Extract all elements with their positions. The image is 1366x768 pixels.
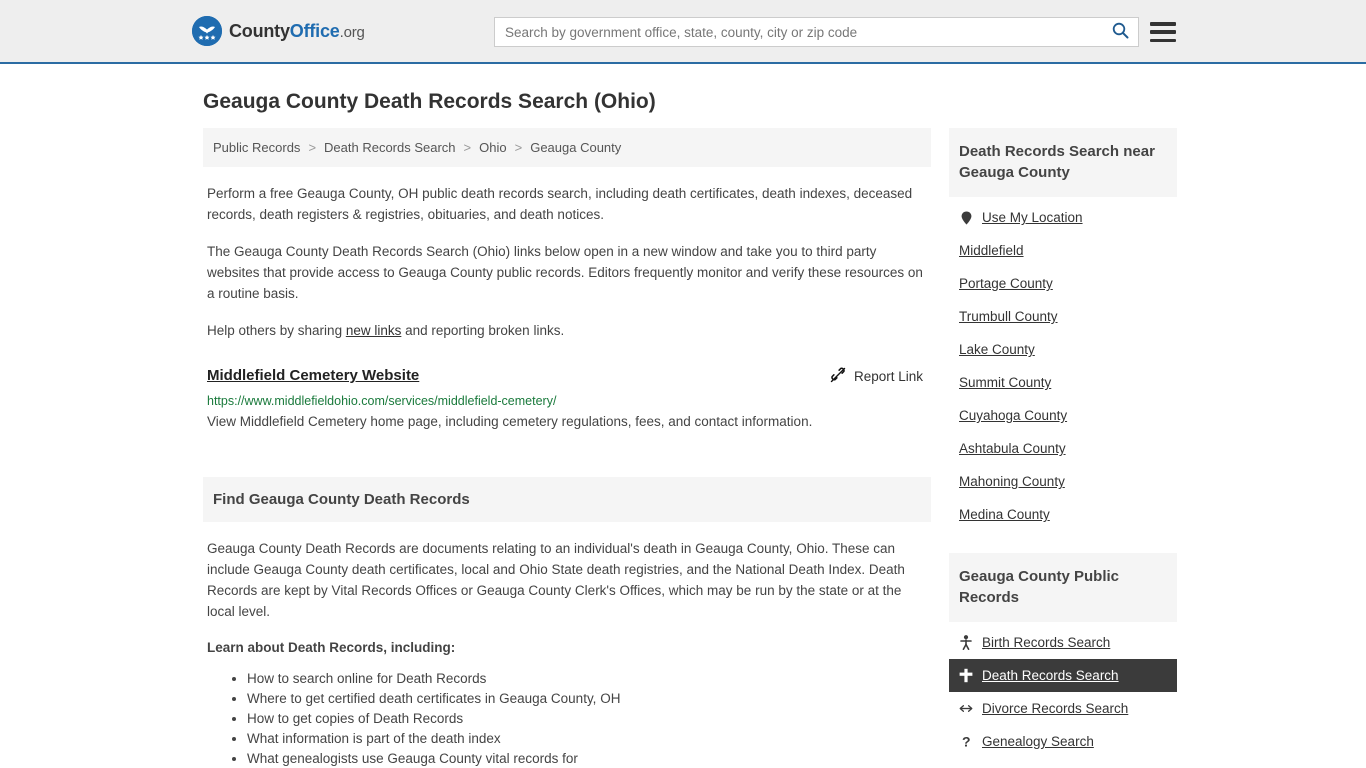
- sidebar: Death Records Search near Geauga County …: [949, 128, 1177, 768]
- intro-paragraph-3: Help others by sharing new links and rep…: [203, 320, 931, 341]
- breadcrumb-item-ohio[interactable]: Ohio: [479, 140, 506, 155]
- find-records-paragraph: Geauga County Death Records are document…: [207, 541, 905, 619]
- brand-part-org: .org: [339, 23, 365, 41]
- find-records-body: Geauga County Death Records are document…: [203, 538, 931, 768]
- sidebar-item-label: Mahoning County: [959, 474, 1065, 489]
- breadcrumb: Public Records > Death Records Search > …: [203, 128, 931, 167]
- result-description: View Middlefield Cemetery home page, inc…: [207, 414, 813, 429]
- search-bar[interactable]: [494, 17, 1139, 47]
- brand-part-office: Office: [289, 20, 340, 41]
- result-title-link[interactable]: Middlefield Cemetery Website: [207, 367, 419, 384]
- sidebar-item-label: Summit County: [959, 375, 1052, 390]
- site-logo-link[interactable]: CountyOffice.org: [192, 16, 365, 46]
- sidebar-item-genealogy-search[interactable]: ? Genealogy Search: [949, 725, 1177, 758]
- content-container: Geauga County Death Records Search (Ohio…: [195, 90, 1177, 768]
- broken-link-icon: [830, 367, 846, 386]
- search-input[interactable]: [495, 18, 1102, 46]
- breadcrumb-item-geauga-county[interactable]: Geauga County: [530, 140, 621, 155]
- sidebar-item-label: Lake County: [959, 342, 1035, 357]
- sidebar-item-label: Ashtabula County: [959, 441, 1066, 456]
- sidebar-item-label: Death Records Search: [982, 668, 1119, 683]
- share-text-before: Help others by sharing: [207, 323, 346, 338]
- search-result-item: Middlefield Cemetery Website Report Link: [203, 367, 931, 432]
- breadcrumb-separator: >: [308, 140, 317, 155]
- columns: Public Records > Death Records Search > …: [195, 128, 1177, 768]
- report-link-label: Report Link: [853, 369, 923, 384]
- sidebar-item-label: Cuyahoga County: [959, 408, 1068, 423]
- page-wrapper: Geauga County Death Records Search (Ohio…: [0, 90, 1366, 768]
- share-text-after: and reporting broken links.: [401, 323, 565, 338]
- sidebar-item-label: Birth Records Search: [982, 635, 1111, 650]
- public-records-panel-heading: Geauga County Public Records: [949, 553, 1177, 622]
- breadcrumb-item-death-records-search[interactable]: Death Records Search: [324, 140, 456, 155]
- eagle-stars-logo-icon: [192, 16, 222, 46]
- hamburger-menu-icon[interactable]: [1150, 20, 1176, 44]
- search-icon: [1112, 22, 1129, 42]
- map-pin-icon: [959, 211, 973, 225]
- intro-paragraph-1: Perform a free Geauga County, OH public …: [207, 186, 913, 222]
- sidebar-item-trumbull-county[interactable]: Trumbull County: [949, 300, 1177, 333]
- sidebar-item-death-records-search[interactable]: Death Records Search: [949, 659, 1177, 692]
- cross-icon: [959, 668, 973, 683]
- find-records-heading: Find Geauga County Death Records: [203, 477, 931, 522]
- search-button[interactable]: [1102, 18, 1138, 46]
- sidebar-item-label: Use My Location: [982, 210, 1083, 225]
- breadcrumb-separator: >: [463, 140, 472, 155]
- brand-wordmark: CountyOffice.org: [229, 21, 365, 42]
- result-url: https://www.middlefieldohio.com/services…: [207, 394, 557, 408]
- sidebar-item-middlefield[interactable]: Middlefield: [949, 234, 1177, 267]
- sidebar-item-cuyahoga-county[interactable]: Cuyahoga County: [949, 399, 1177, 432]
- svg-text:?: ?: [962, 734, 971, 749]
- question-mark-icon: ?: [959, 734, 973, 749]
- new-links-link[interactable]: new links: [346, 323, 402, 338]
- baby-icon: [959, 635, 973, 650]
- public-records-panel-list: Birth Records Search Death Records Searc…: [949, 626, 1177, 758]
- breadcrumb-separator: >: [514, 140, 523, 155]
- learn-about-list: How to search online for Death Records W…: [207, 669, 927, 768]
- sidebar-item-summit-county[interactable]: Summit County: [949, 366, 1177, 399]
- brand-part-county: County: [229, 20, 290, 41]
- nearby-panel-heading: Death Records Search near Geauga County: [949, 128, 1177, 197]
- site-header: CountyOffice.org: [0, 0, 1366, 64]
- nearby-panel-list: Use My Location Middlefield Portage Coun…: [949, 201, 1177, 531]
- sidebar-item-medina-county[interactable]: Medina County: [949, 498, 1177, 531]
- sidebar-item-label: Genealogy Search: [982, 734, 1094, 749]
- sidebar-item-ashtabula-county[interactable]: Ashtabula County: [949, 432, 1177, 465]
- sidebar-item-label: Medina County: [959, 507, 1050, 522]
- sidebar-item-label: Divorce Records Search: [982, 701, 1129, 716]
- list-item: How to get copies of Death Records: [247, 709, 927, 729]
- double-arrow-icon: [959, 703, 973, 714]
- sidebar-item-label: Portage County: [959, 276, 1053, 291]
- list-item: How to search online for Death Records: [247, 669, 927, 689]
- page-title: Geauga County Death Records Search (Ohio…: [203, 90, 656, 113]
- result-header-row: Middlefield Cemetery Website Report Link: [207, 367, 927, 386]
- sidebar-item-lake-county[interactable]: Lake County: [949, 333, 1177, 366]
- intro-paragraph-2: The Geauga County Death Records Search (…: [207, 244, 923, 301]
- breadcrumb-item-public-records[interactable]: Public Records: [213, 140, 300, 155]
- sidebar-item-mahoning-county[interactable]: Mahoning County: [949, 465, 1177, 498]
- list-item: What information is part of the death in…: [247, 729, 927, 749]
- list-item: What genealogists use Geauga County vita…: [247, 749, 927, 768]
- sidebar-item-birth-records-search[interactable]: Birth Records Search: [949, 626, 1177, 659]
- learn-about-heading: Learn about Death Records, including:: [207, 640, 456, 655]
- sidebar-item-label: Trumbull County: [959, 309, 1058, 324]
- sidebar-item-label: Middlefield: [959, 243, 1024, 258]
- sidebar-item-use-my-location[interactable]: Use My Location: [949, 201, 1177, 234]
- sidebar-item-divorce-records-search[interactable]: Divorce Records Search: [949, 692, 1177, 725]
- list-item: Where to get certified death certificate…: [247, 689, 927, 709]
- report-link-button[interactable]: Report Link: [830, 367, 927, 386]
- sidebar-item-portage-county[interactable]: Portage County: [949, 267, 1177, 300]
- main-column: Public Records > Death Records Search > …: [203, 128, 931, 768]
